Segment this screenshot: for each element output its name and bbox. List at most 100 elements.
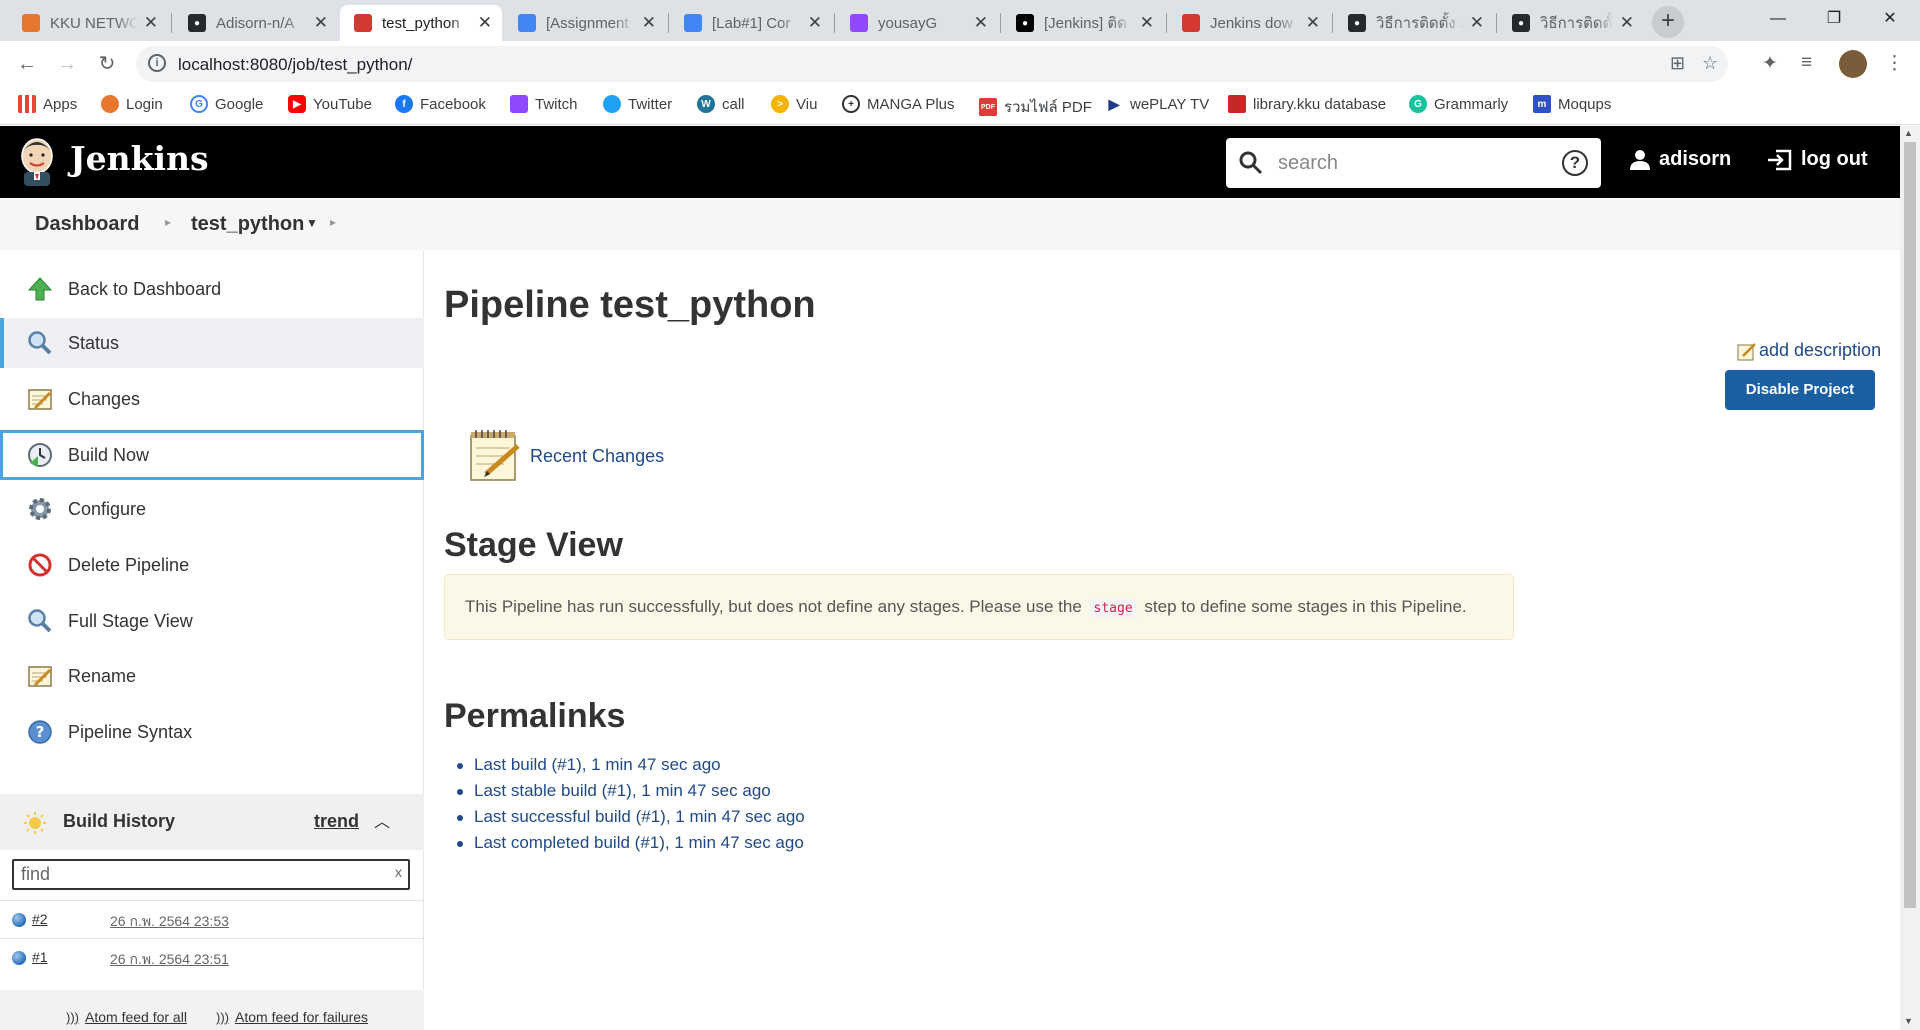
close-icon[interactable]: ✕ — [974, 13, 988, 33]
site-info-icon[interactable]: i — [148, 54, 166, 72]
permalink-last-successful-build[interactable]: Last successful build (#1), 1 min 47 sec… — [457, 807, 805, 833]
close-icon[interactable]: ✕ — [314, 13, 328, 33]
jenkins-logo-icon[interactable] — [18, 136, 56, 186]
task-changes[interactable]: Changes — [0, 374, 424, 424]
bookmark-moqups[interactable]: m Moqups — [1533, 95, 1611, 113]
bookmark-viu[interactable]: > Viu — [771, 95, 817, 113]
help-icon: ? — [26, 718, 54, 746]
extensions-icon[interactable]: ✦ — [1762, 52, 1778, 75]
clear-filter-icon[interactable]: x — [395, 864, 402, 880]
task-status[interactable]: Status — [0, 318, 424, 368]
bookmark-apps[interactable]: Apps — [18, 95, 77, 113]
task-rename[interactable]: Rename — [0, 651, 424, 701]
task-configure[interactable]: Configure — [0, 484, 424, 534]
bookmark-pdf[interactable]: PDF รวมไฟล์ PDF — [979, 95, 1092, 119]
close-icon[interactable]: ✕ — [1306, 13, 1320, 33]
task-build-now[interactable]: Build Now — [0, 430, 424, 480]
close-icon[interactable]: ✕ — [1620, 13, 1634, 33]
user-link[interactable]: adisorn — [1629, 148, 1731, 171]
bookmark-label: wePLAY TV — [1130, 95, 1210, 113]
browser-tab[interactable]: yousayG ✕ — [836, 5, 998, 41]
bookmark-login[interactable]: Login — [101, 95, 163, 113]
breadcrumb-test-python[interactable]: test_python — [191, 213, 304, 236]
task-full-stage-view[interactable]: Full Stage View — [0, 596, 424, 646]
browser-tab[interactable]: [Assignment ✕ — [504, 5, 666, 41]
atom-feed-all-link[interactable]: ))) Atom feed for all — [66, 1009, 187, 1025]
browser-tab[interactable]: ● [Jenkins] ติด ✕ — [1002, 5, 1164, 41]
reload-icon[interactable]: ↻ — [93, 51, 121, 79]
media-control-icon[interactable]: ≡ — [1801, 52, 1812, 74]
disable-project-button[interactable]: Disable Project — [1725, 370, 1875, 410]
add-description-label: add description — [1759, 340, 1882, 360]
close-icon[interactable]: ✕ — [808, 13, 822, 33]
task-delete-pipeline[interactable]: Delete Pipeline — [0, 540, 424, 590]
help-icon[interactable]: ? — [1562, 150, 1588, 176]
chevron-down-icon[interactable]: ▼ — [306, 216, 318, 230]
tab-title: Jenkins dow — [1210, 14, 1293, 32]
bookmark-twitter[interactable]: Twitter — [603, 95, 672, 113]
browser-menu-icon[interactable]: ⋮ — [1885, 52, 1904, 75]
close-icon[interactable]: ✕ — [144, 13, 158, 33]
atom-feed-failures-link[interactable]: ))) Atom feed for failures — [216, 1009, 368, 1025]
collapse-chevron-icon[interactable]: ︿ — [374, 808, 390, 832]
back-icon[interactable]: ← — [13, 51, 41, 79]
close-icon[interactable]: ✕ — [1470, 13, 1484, 33]
jenkins-brand[interactable]: Jenkins — [70, 139, 209, 178]
breadcrumb-dashboard[interactable]: Dashboard — [35, 213, 139, 236]
moqups-icon: m — [1533, 95, 1551, 113]
bookmark-label: Viu — [796, 95, 818, 113]
scroll-up-icon[interactable]: ▲ — [1904, 128, 1913, 138]
permalinks-list: Last build (#1), 1 min 47 sec ago Last s… — [457, 755, 805, 859]
browser-tab[interactable]: Jenkins dow ✕ — [1168, 5, 1330, 41]
browser-tab-active[interactable]: test_python ✕ — [340, 5, 502, 41]
bookmark-star-icon[interactable]: ☆ — [1702, 53, 1718, 74]
browser-tab[interactable]: ● Adisorn-n/A ✕ — [174, 5, 338, 41]
permalink-last-build[interactable]: Last build (#1), 1 min 47 sec ago — [457, 755, 805, 781]
trend-link[interactable]: trend — [314, 811, 359, 832]
browser-tab[interactable]: ● วิธีการติดตั้ง Je ✕ — [1334, 5, 1494, 41]
new-tab-button[interactable]: + — [1652, 6, 1684, 38]
close-icon[interactable]: ✕ — [478, 13, 492, 33]
browser-tab[interactable]: KKU NETWO ✕ — [8, 5, 168, 41]
scroll-down-icon[interactable]: ▼ — [1904, 1016, 1913, 1026]
flame-icon — [101, 95, 119, 113]
task-pipeline-syntax[interactable]: ? Pipeline Syntax — [0, 707, 424, 757]
minimize-icon[interactable]: — — [1748, 0, 1808, 41]
bookmark-call[interactable]: Wcall — [697, 95, 745, 113]
permalink-last-stable-build[interactable]: Last stable build (#1), 1 min 47 sec ago — [457, 781, 805, 807]
search-input[interactable] — [1278, 148, 1548, 178]
bookmark-facebook[interactable]: f Facebook — [395, 95, 486, 113]
task-label: Configure — [68, 498, 147, 519]
bookmark-google[interactable]: G Google — [190, 95, 263, 113]
permalink-last-completed-build[interactable]: Last completed build (#1), 1 min 47 sec … — [457, 833, 805, 859]
url-text[interactable]: localhost:8080/job/test_python/ — [178, 55, 412, 75]
address-bar[interactable]: i localhost:8080/job/test_python/ ⊞ ☆ — [136, 46, 1728, 82]
close-icon[interactable]: ✕ — [1140, 13, 1154, 33]
bookmark-library[interactable]: library.kku database — [1228, 95, 1386, 113]
build-number-link[interactable]: #1 — [32, 949, 48, 965]
browser-tab[interactable]: [Lab#1] Cor ✕ — [670, 5, 832, 41]
recent-changes-link[interactable]: Recent Changes — [468, 428, 664, 484]
build-date-link[interactable]: 26 ก.พ. 2564 23:53 — [110, 911, 229, 933]
close-icon[interactable]: ✕ — [642, 13, 656, 33]
translate-icon[interactable]: ⊞ — [1670, 53, 1685, 74]
bookmark-weplay[interactable]: ▶ wePLAY TV — [1105, 95, 1209, 113]
browser-tab[interactable]: ● วิธีการติดตั้ง Je ✕ — [1498, 5, 1644, 41]
bookmark-manga-plus[interactable]: + MANGA Plus — [842, 95, 955, 113]
bookmark-twitch[interactable]: Twitch — [510, 95, 578, 113]
add-description-link[interactable]: add description — [1737, 340, 1881, 361]
build-date-link[interactable]: 26 ก.พ. 2564 23:51 — [110, 949, 229, 971]
bookmark-grammarly[interactable]: G Grammarly — [1409, 95, 1508, 113]
forward-icon[interactable]: → — [53, 51, 81, 79]
atom-feeds: ))) Atom feed for all ))) Atom feed for fa… — [0, 990, 424, 1030]
build-number-link[interactable]: #2 — [32, 911, 48, 927]
task-back-to-dashboard[interactable]: Back to Dashboard — [0, 264, 424, 314]
window-close-icon[interactable]: ✕ — [1860, 0, 1920, 41]
restore-icon[interactable]: ❐ — [1804, 0, 1864, 41]
scroll-thumb[interactable] — [1904, 142, 1916, 908]
page-scrollbar[interactable]: ▲ ▼ — [1900, 126, 1920, 1030]
bookmark-youtube[interactable]: ▶ YouTube — [288, 95, 372, 113]
logout-link[interactable]: log out — [1766, 148, 1868, 171]
find-input[interactable] — [14, 861, 384, 888]
profile-avatar[interactable] — [1839, 50, 1867, 78]
